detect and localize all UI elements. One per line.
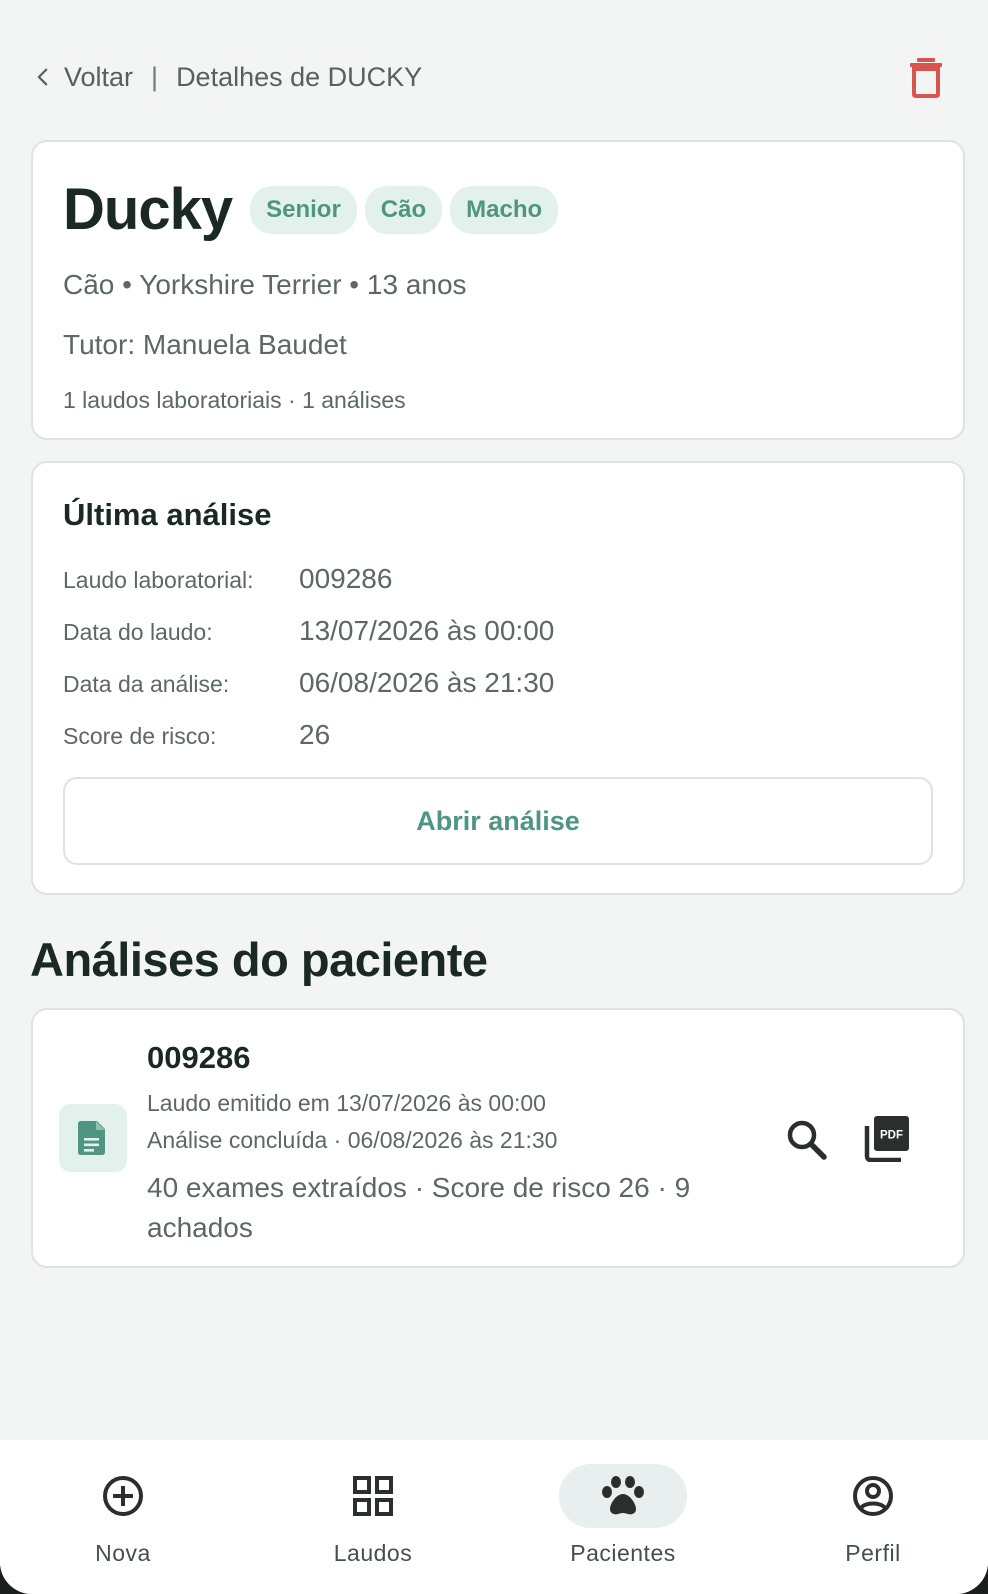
nav-icon-wrap <box>809 1464 937 1528</box>
search-icon[interactable] <box>783 1116 831 1164</box>
nav-label: Nova <box>95 1540 151 1566</box>
patient-name: Ducky <box>63 177 233 242</box>
row-value: 06/08/2026 às 21:30 <box>299 667 555 698</box>
nav-icon-wrap <box>59 1464 187 1528</box>
patient-subtitle: Cão • Yorkshire Terrier • 13 anos <box>63 269 467 300</box>
last-analysis-card: Última análise Laudo laboratorial: 00928… <box>31 461 965 895</box>
grid-icon <box>353 1476 393 1516</box>
patient-card: Ducky Senior Cão Macho Cão • Yorkshire T… <box>31 140 965 440</box>
top-bar: Voltar | Detalhes de DUCKY <box>32 56 952 98</box>
nav-item-pacientes[interactable]: Pacientes <box>533 1464 713 1574</box>
nav-item-laudos[interactable]: Laudos <box>283 1464 463 1574</box>
screen: Voltar | Detalhes de DUCKY Ducky Senior … <box>0 0 988 1594</box>
paw-icon <box>602 1476 644 1515</box>
back-label: Voltar <box>64 61 134 92</box>
open-analysis-button[interactable]: Abrir análise <box>63 777 933 865</box>
analysis-item-title: 009286 <box>147 1040 251 1075</box>
pdf-icon[interactable]: PDF <box>863 1114 911 1162</box>
breadcrumb: Detalhes de DUCKY <box>176 61 423 92</box>
row-label: Data da análise: <box>63 671 230 697</box>
row-value: 26 <box>299 719 331 750</box>
last-analysis-title: Última análise <box>63 497 272 532</box>
nav-icon-wrap <box>559 1464 687 1528</box>
bottom-navigation: Nova Laudos Pacientes Perfil <box>0 1440 988 1594</box>
tag-age: Senior <box>250 185 357 234</box>
nav-label: Laudos <box>333 1540 413 1566</box>
nav-label: Pacientes <box>570 1540 676 1566</box>
patient-name-row: Ducky Senior Cão Macho <box>63 176 933 243</box>
row-label: Score de risco: <box>63 723 217 749</box>
delete-icon[interactable] <box>906 56 946 98</box>
nav-item-perfil[interactable]: Perfil <box>783 1464 963 1574</box>
report-number-row: Laudo laboratorial: 009286 <box>63 563 933 595</box>
nav-icon-wrap <box>309 1464 437 1528</box>
document-icon <box>78 1121 105 1155</box>
row-value: 009286 <box>299 563 393 594</box>
analysis-item-issued: Laudo emitido em 13/07/2026 às 00:00 <box>147 1090 546 1116</box>
analyses-section-title: Análises do paciente <box>30 933 488 986</box>
row-label: Laudo laboratorial: <box>63 567 254 593</box>
row-label: Data do laudo: <box>63 619 213 645</box>
analysis-item-summary: 40 exames extraídos · Score de risco 26 … <box>147 1172 691 1243</box>
add-circle-icon <box>103 1476 143 1516</box>
svg-text:PDF: PDF <box>880 1130 903 1142</box>
analysis-item-body: 009286 Laudo emitido em 13/07/2026 às 00… <box>147 1040 727 1248</box>
report-date-row: Data do laudo: 13/07/2026 às 00:00 <box>63 615 933 647</box>
patient-counts: 1 laudos laboratoriais · 1 análises <box>63 387 406 413</box>
analysis-item-completed: Análise concluída · 06/08/2026 às 21:30 <box>147 1127 558 1153</box>
tag-sex: Macho <box>450 185 559 234</box>
row-value: 13/07/2026 às 00:00 <box>299 615 555 646</box>
chevron-left-icon <box>37 68 48 86</box>
breadcrumb-separator: | <box>151 61 159 92</box>
account-circle-icon <box>853 1476 893 1516</box>
analysis-list-item[interactable]: 009286 Laudo emitido em 13/07/2026 às 00… <box>31 1008 965 1268</box>
analysis-date-row: Data da análise: 06/08/2026 às 21:30 <box>63 667 933 699</box>
back-button[interactable]: Voltar <box>32 62 133 93</box>
nav-label: Perfil <box>845 1540 901 1566</box>
nav-item-nova[interactable]: Nova <box>33 1464 213 1574</box>
tag-species: Cão <box>364 185 443 234</box>
risk-score-row: Score de risco: 26 <box>63 719 933 751</box>
patient-tutor: Tutor: Manuela Baudet <box>63 329 347 360</box>
document-tile <box>59 1104 127 1172</box>
